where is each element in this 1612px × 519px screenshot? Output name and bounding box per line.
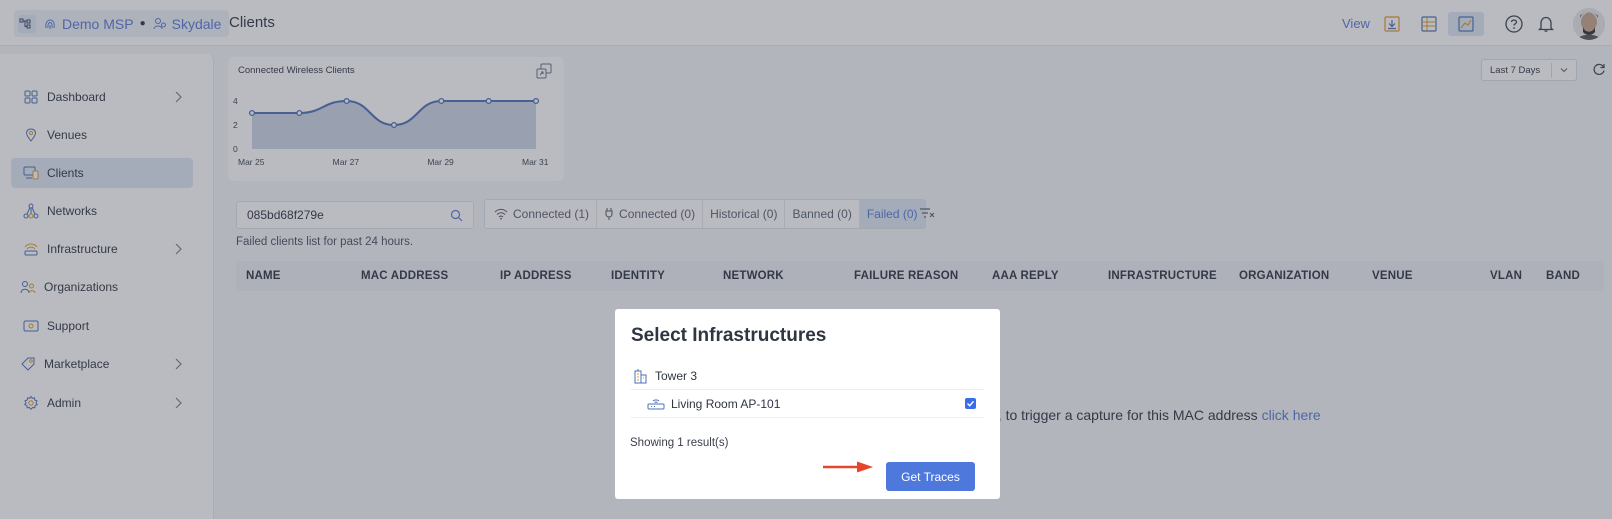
results-count: Showing 1 result(s) [630,437,729,449]
device-name: Living Room AP-101 [671,396,781,411]
access-point-icon [647,395,665,413]
get-traces-button[interactable]: Get Traces [886,462,975,491]
venue-name: Tower 3 [655,368,698,383]
venue-row[interactable]: Tower 3 [631,362,984,390]
check-icon [967,400,975,407]
arrow-annotation-icon [823,461,873,473]
device-row[interactable]: Living Room AP-101 [631,390,984,418]
device-checkbox[interactable] [965,398,976,409]
modal-title: Select Infrastructures [631,325,827,346]
building-icon [631,367,649,385]
select-infrastructures-modal: Select Infrastructures Tower 3 Living Ro… [615,309,1000,499]
